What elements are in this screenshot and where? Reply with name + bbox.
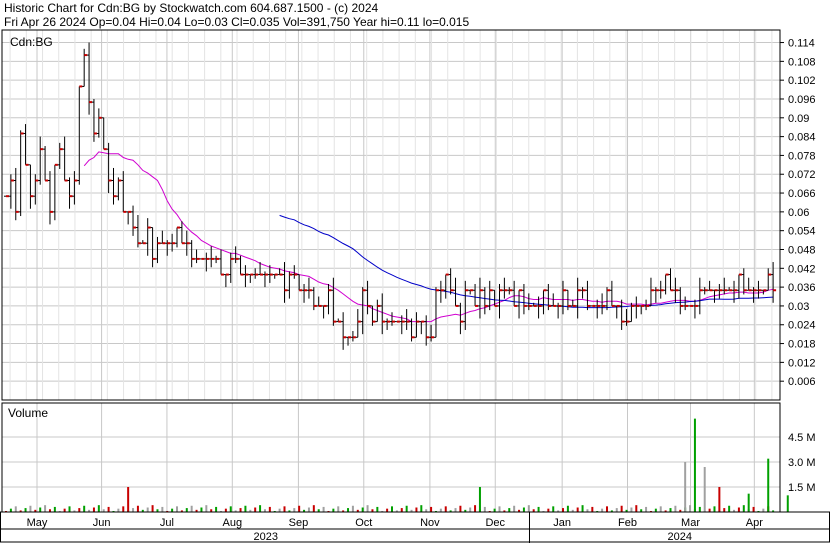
price-tick-label: 0.018 [788,339,816,351]
month-label: Aug [222,517,242,529]
month-label: Nov [420,517,440,529]
month-label: Dec [485,517,505,529]
price-tick-label: 0.084 [788,132,816,144]
price-tick-label: 0.108 [788,56,816,68]
symbol-label: Cdn:BG [10,35,53,49]
month-label: Apr [746,517,763,529]
month-label: Sep [289,517,309,529]
moving-average-line [83,151,774,323]
price-axis-labels: 0.114 0.108 0.102 0.096 0.09 0.084 0.078 0.072 0… [780,38,816,388]
price-tick-label: 0.06 [788,207,809,219]
price-tick-label: 0.042 [788,263,816,275]
price-tick-label: 0.006 [788,376,816,388]
month-label: Jan [553,517,571,529]
price-tick-label: 0.102 [788,75,816,87]
price-tick-label: 0.066 [788,188,816,200]
month-label: Jun [93,517,111,529]
month-label: May [27,517,48,529]
axis-frame [0,511,830,543]
volume-tick-label: 1.5 M [788,482,816,494]
year-label: 2023 [253,531,277,543]
volume-axis-labels: 4.5 M 3.0 M 1.5 M [788,432,816,494]
month-label: Oct [355,517,372,529]
price-bars [4,42,777,350]
time-axis: May Jun Jul Aug Sep Oct Nov Dec Jan Feb Mar Apr 2023… [27,512,763,543]
price-tick-label: 0.03 [788,301,809,313]
price-tick-label: 0.024 [788,320,816,332]
moving-averages [83,151,774,323]
price-tick-label: 0.114 [788,38,815,50]
price-frame [1,29,781,401]
price-tick-label: 0.012 [788,357,816,369]
price-tick-label: 0.054 [788,226,816,238]
volume-label: Volume [8,406,48,420]
volume-frame [1,402,781,513]
price-tick-label: 0.078 [788,150,816,162]
stock-chart: 0.114 0.108 0.102 0.096 0.09 0.084 0.078 0.072 0… [0,29,830,543]
grid-lines [2,30,780,512]
volume-tick-label: 4.5 M [788,432,816,444]
price-tick-label: 0.036 [788,282,816,294]
volume-tick-label: 3.0 M [788,457,816,469]
moving-average-line [279,214,774,309]
price-tick-label: 0.09 [788,113,809,125]
year-label: 2024 [667,531,691,543]
month-label: Mar [681,517,700,529]
price-tick-label: 0.048 [788,244,816,256]
price-tick-label: 0.096 [788,94,816,106]
price-tick-label: 0.072 [788,169,816,181]
month-label: Feb [618,517,637,529]
month-label: Jul [160,517,174,529]
volume-bars [5,418,789,512]
